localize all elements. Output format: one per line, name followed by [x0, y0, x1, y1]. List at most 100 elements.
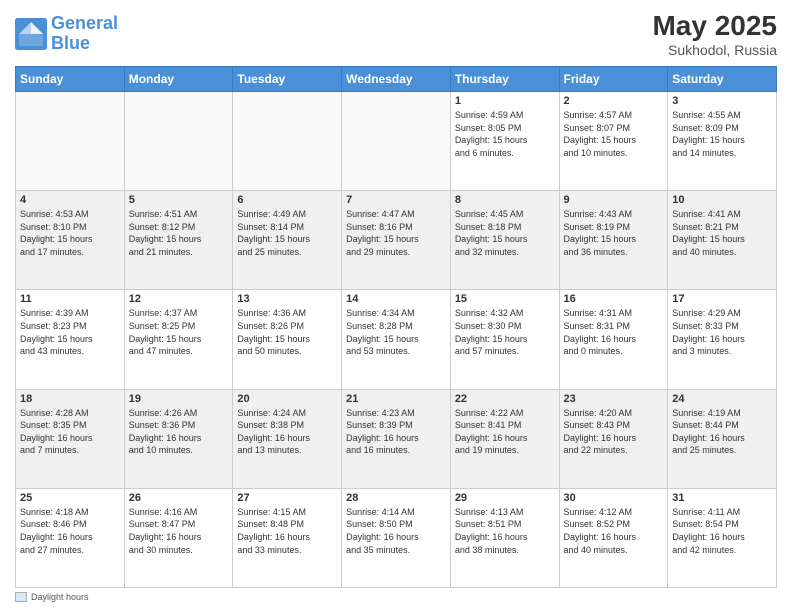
day-info: Sunrise: 4:14 AM Sunset: 8:50 PM Dayligh… — [346, 506, 446, 556]
day-info: Sunrise: 4:39 AM Sunset: 8:23 PM Dayligh… — [20, 307, 120, 357]
weekday-header: Wednesday — [342, 67, 451, 92]
day-info: Sunrise: 4:57 AM Sunset: 8:07 PM Dayligh… — [564, 109, 664, 159]
day-info: Sunrise: 4:53 AM Sunset: 8:10 PM Dayligh… — [20, 208, 120, 258]
calendar-cell: 11 Sunrise: 4:39 AM Sunset: 8:23 PM Dayli… — [16, 290, 125, 389]
calendar-cell: 13 Sunrise: 4:36 AM Sunset: 8:26 PM Dayli… — [233, 290, 342, 389]
calendar-cell: 29 Sunrise: 4:13 AM Sunset: 8:51 PM Dayli… — [450, 488, 559, 587]
calendar-cell: 10 Sunrise: 4:41 AM Sunset: 8:21 PM Dayli… — [668, 191, 777, 290]
day-number: 5 — [129, 194, 229, 206]
calendar-cell: 4 Sunrise: 4:53 AM Sunset: 8:10 PM Daylig… — [16, 191, 125, 290]
day-number: 1 — [455, 95, 555, 107]
day-info: Sunrise: 4:47 AM Sunset: 8:16 PM Dayligh… — [346, 208, 446, 258]
day-number: 24 — [672, 393, 772, 405]
day-info: Sunrise: 4:31 AM Sunset: 8:31 PM Dayligh… — [564, 307, 664, 357]
calendar-cell: 6Sunrise: 4:49 AM Sunset: 8:14 PM Daylig… — [233, 191, 342, 290]
calendar-week-row: 18Sunrise: 4:28 AM Sunset: 8:35 PM Dayli… — [16, 389, 777, 488]
calendar-cell: 28Sunrise: 4:14 AM Sunset: 8:50 PM Dayli… — [342, 488, 451, 587]
day-number: 8 — [455, 194, 555, 206]
day-number: 29 — [455, 492, 555, 504]
logo-line2: Blue — [51, 33, 90, 53]
day-number: 22 — [455, 393, 555, 405]
calendar-cell: 25Sunrise: 4:18 AM Sunset: 8:46 PM Dayli… — [16, 488, 125, 587]
day-number: 4 — [20, 194, 120, 206]
day-number: 27 — [237, 492, 337, 504]
day-info: Sunrise: 4:15 AM Sunset: 8:48 PM Dayligh… — [237, 506, 337, 556]
calendar-cell: 26Sunrise: 4:16 AM Sunset: 8:47 PM Dayli… — [124, 488, 233, 587]
day-number: 26 — [129, 492, 229, 504]
day-number: 2 — [564, 95, 664, 107]
day-number: 9 — [564, 194, 664, 206]
calendar-cell — [342, 92, 451, 191]
weekday-header: Sunday — [16, 67, 125, 92]
day-number: 13 — [237, 293, 337, 305]
calendar-cell: 9Sunrise: 4:43 AM Sunset: 8:19 PM Daylig… — [559, 191, 668, 290]
day-info: Sunrise: 4:23 AM Sunset: 8:39 PM Dayligh… — [346, 407, 446, 457]
day-info: Sunrise: 4:45 AM Sunset: 8:18 PM Dayligh… — [455, 208, 555, 258]
day-number: 10 — [672, 194, 772, 206]
calendar-week-row: 1 Sunrise: 4:59 AM Sunset: 8:05 PM Daylig… — [16, 92, 777, 191]
calendar-cell: 27 Sunrise: 4:15 AM Sunset: 8:48 PM Dayli… — [233, 488, 342, 587]
calendar-cell: 18Sunrise: 4:28 AM Sunset: 8:35 PM Dayli… — [16, 389, 125, 488]
day-number: 18 — [20, 393, 120, 405]
calendar-cell: 17Sunrise: 4:29 AM Sunset: 8:33 PM Dayli… — [668, 290, 777, 389]
calendar-footer: Daylight hours — [15, 592, 777, 602]
day-number: 16 — [564, 293, 664, 305]
day-info: Sunrise: 4:26 AM Sunset: 8:36 PM Dayligh… — [129, 407, 229, 457]
logo-line1: General — [51, 13, 118, 33]
day-info: Sunrise: 4:22 AM Sunset: 8:41 PM Dayligh… — [455, 407, 555, 457]
day-number: 17 — [672, 293, 772, 305]
day-number: 15 — [455, 293, 555, 305]
calendar-week-row: 4 Sunrise: 4:53 AM Sunset: 8:10 PM Daylig… — [16, 191, 777, 290]
day-number: 30 — [564, 492, 664, 504]
day-info: Sunrise: 4:11 AM Sunset: 8:54 PM Dayligh… — [672, 506, 772, 556]
calendar-week-row: 11 Sunrise: 4:39 AM Sunset: 8:23 PM Dayli… — [16, 290, 777, 389]
calendar-cell: 15 Sunrise: 4:32 AM Sunset: 8:30 PM Dayli… — [450, 290, 559, 389]
day-number: 6 — [237, 194, 337, 206]
day-info: Sunrise: 4:59 AM Sunset: 8:05 PM Dayligh… — [455, 109, 555, 159]
day-info: Sunrise: 4:13 AM Sunset: 8:51 PM Dayligh… — [455, 506, 555, 556]
logo-text: General Blue — [51, 14, 118, 54]
calendar-cell: 23Sunrise: 4:20 AM Sunset: 8:43 PM Dayli… — [559, 389, 668, 488]
day-info: Sunrise: 4:20 AM Sunset: 8:43 PM Dayligh… — [564, 407, 664, 457]
calendar-cell: 12 Sunrise: 4:37 AM Sunset: 8:25 PM Dayli… — [124, 290, 233, 389]
main-title: May 2025 — [652, 10, 777, 42]
day-info: Sunrise: 4:41 AM Sunset: 8:21 PM Dayligh… — [672, 208, 772, 258]
day-info: Sunrise: 4:36 AM Sunset: 8:26 PM Dayligh… — [237, 307, 337, 357]
calendar-cell: 31Sunrise: 4:11 AM Sunset: 8:54 PM Dayli… — [668, 488, 777, 587]
calendar-cell: 8 Sunrise: 4:45 AM Sunset: 8:18 PM Daylig… — [450, 191, 559, 290]
day-info: Sunrise: 4:34 AM Sunset: 8:28 PM Dayligh… — [346, 307, 446, 357]
daylight-label: Daylight hours — [31, 592, 89, 602]
calendar-header-row: SundayMondayTuesdayWednesdayThursdayFrid… — [16, 67, 777, 92]
day-info: Sunrise: 4:12 AM Sunset: 8:52 PM Dayligh… — [564, 506, 664, 556]
logo-icon — [15, 18, 47, 50]
day-info: Sunrise: 4:24 AM Sunset: 8:38 PM Dayligh… — [237, 407, 337, 457]
calendar-cell: 21 Sunrise: 4:23 AM Sunset: 8:39 PM Dayli… — [342, 389, 451, 488]
day-number: 14 — [346, 293, 446, 305]
weekday-header: Tuesday — [233, 67, 342, 92]
calendar-cell: 19 Sunrise: 4:26 AM Sunset: 8:36 PM Dayli… — [124, 389, 233, 488]
calendar-cell — [16, 92, 125, 191]
day-number: 12 — [129, 293, 229, 305]
weekday-header: Friday — [559, 67, 668, 92]
day-info: Sunrise: 4:51 AM Sunset: 8:12 PM Dayligh… — [129, 208, 229, 258]
day-info: Sunrise: 4:37 AM Sunset: 8:25 PM Dayligh… — [129, 307, 229, 357]
day-info: Sunrise: 4:55 AM Sunset: 8:09 PM Dayligh… — [672, 109, 772, 159]
calendar-week-row: 25Sunrise: 4:18 AM Sunset: 8:46 PM Dayli… — [16, 488, 777, 587]
day-info: Sunrise: 4:32 AM Sunset: 8:30 PM Dayligh… — [455, 307, 555, 357]
title-block: May 2025 Sukhodol, Russia — [652, 10, 777, 58]
calendar-table: SundayMondayTuesdayWednesdayThursdayFrid… — [15, 66, 777, 588]
day-number: 11 — [20, 293, 120, 305]
day-number: 7 — [346, 194, 446, 206]
calendar-cell: 22 Sunrise: 4:22 AM Sunset: 8:41 PM Dayli… — [450, 389, 559, 488]
calendar-cell: 1 Sunrise: 4:59 AM Sunset: 8:05 PM Daylig… — [450, 92, 559, 191]
weekday-header: Thursday — [450, 67, 559, 92]
logo: General Blue — [15, 14, 118, 54]
day-number: 21 — [346, 393, 446, 405]
calendar-cell: 16 Sunrise: 4:31 AM Sunset: 8:31 PM Dayli… — [559, 290, 668, 389]
calendar-cell — [233, 92, 342, 191]
calendar-cell: 5 Sunrise: 4:51 AM Sunset: 8:12 PM Daylig… — [124, 191, 233, 290]
calendar-cell: 20Sunrise: 4:24 AM Sunset: 8:38 PM Dayli… — [233, 389, 342, 488]
calendar-cell: 2 Sunrise: 4:57 AM Sunset: 8:07 PM Daylig… — [559, 92, 668, 191]
day-number: 19 — [129, 393, 229, 405]
weekday-header: Monday — [124, 67, 233, 92]
